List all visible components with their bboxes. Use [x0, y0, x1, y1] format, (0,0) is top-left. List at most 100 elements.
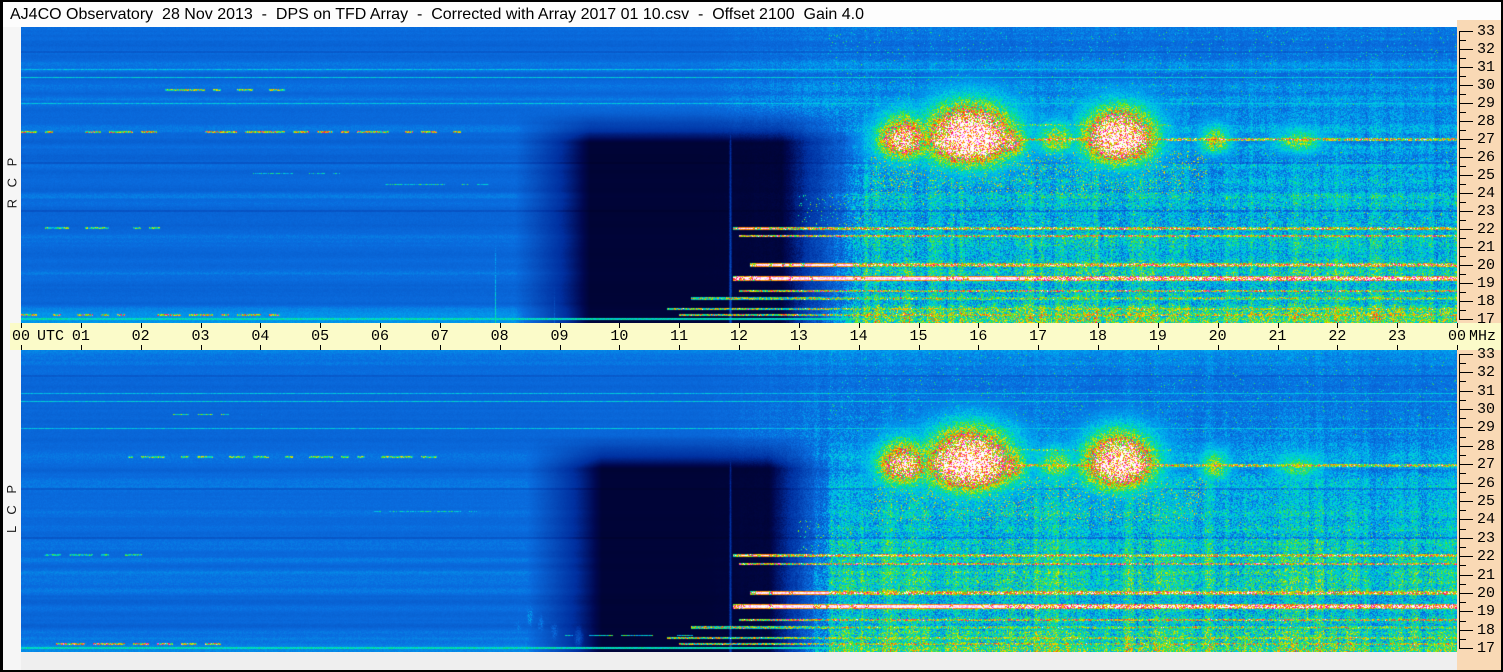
freq-tick-label: 28	[1477, 113, 1496, 130]
freq-major-tick	[1459, 575, 1473, 576]
time-label: 14	[849, 328, 868, 345]
freq-minor-tick	[1459, 529, 1466, 530]
time-tick	[260, 345, 262, 350]
time-axis-unit-label: UTC	[37, 328, 65, 345]
lcp-spectrogram[interactable]	[21, 350, 1457, 652]
freq-minor-tick	[1459, 202, 1466, 203]
freq-major-tick	[1459, 175, 1473, 176]
freq-major-tick	[1459, 391, 1473, 392]
freq-major-tick	[1459, 409, 1473, 410]
time-label: 20	[1208, 328, 1227, 345]
freq-tick-label: 18	[1477, 622, 1496, 639]
time-label: 19	[1148, 328, 1167, 345]
time-tick	[1038, 345, 1040, 350]
freq-minor-tick	[1459, 256, 1466, 257]
freq-major-tick	[1459, 247, 1473, 248]
freq-minor-tick	[1459, 148, 1466, 149]
freq-tick-label: 19	[1477, 275, 1496, 292]
bottom-margin-strip	[21, 652, 1457, 670]
freq-tick-label: 23	[1477, 530, 1496, 547]
page-title: AJ4CO Observatory 28 Nov 2013 - DPS on T…	[10, 6, 865, 23]
freq-tick-label: 18	[1477, 293, 1496, 310]
freq-tick-label: 31	[1477, 59, 1496, 76]
time-tick	[140, 345, 142, 350]
freq-major-tick	[1459, 354, 1473, 355]
freq-major-tick	[1459, 427, 1473, 428]
time-tick	[978, 345, 980, 350]
freq-minor-tick	[1459, 58, 1466, 59]
lcp-panel-label: L C P	[3, 423, 21, 593]
time-label: 04	[251, 328, 270, 345]
time-label: 05	[311, 328, 330, 345]
freq-minor-tick	[1459, 621, 1466, 622]
freq-tick-label: 32	[1477, 364, 1496, 381]
rcp-spectrogram[interactable]	[21, 27, 1457, 323]
time-tick	[439, 345, 441, 350]
freq-tick-label: 26	[1477, 475, 1496, 492]
freq-tick-label: 23	[1477, 203, 1496, 220]
freq-minor-tick	[1459, 94, 1466, 95]
freq-minor-tick	[1459, 381, 1466, 382]
freq-major-tick	[1459, 319, 1473, 320]
freq-tick-label: 17	[1477, 311, 1496, 328]
freq-major-tick	[1459, 556, 1473, 557]
rcp-panel-label: R C P	[3, 97, 21, 267]
freq-major-tick	[1459, 446, 1473, 447]
time-label: 23	[1388, 328, 1407, 345]
time-label: 11	[670, 328, 689, 345]
freq-minor-tick	[1459, 547, 1466, 548]
time-label: 18	[1088, 328, 1108, 345]
freq-minor-tick	[1459, 112, 1466, 113]
title-bar: AJ4CO Observatory 28 Nov 2013 - DPS on T…	[3, 2, 1501, 27]
freq-major-tick	[1459, 538, 1473, 539]
time-label: 12	[729, 328, 749, 345]
freq-tick-label: 20	[1477, 257, 1496, 274]
freq-major-tick	[1459, 229, 1473, 230]
time-tick	[679, 345, 681, 350]
freq-major-tick	[1459, 211, 1473, 212]
rcp-panel-label-text: R C P	[4, 156, 20, 208]
time-label: 09	[550, 328, 569, 345]
freq-major-tick	[1459, 648, 1473, 649]
freq-minor-tick	[1459, 400, 1466, 401]
freq-tick-label: 17	[1477, 640, 1496, 657]
time-label: 21	[1268, 328, 1287, 345]
freq-tick-label: 21	[1477, 567, 1496, 584]
time-tick	[1157, 345, 1159, 350]
freq-minor-tick	[1459, 310, 1466, 311]
time-tick	[200, 345, 202, 350]
freq-major-tick	[1459, 103, 1473, 104]
freq-major-tick	[1459, 301, 1473, 302]
freq-minor-tick	[1459, 437, 1466, 438]
freq-major-tick	[1459, 483, 1473, 484]
freq-tick-label: 25	[1477, 493, 1496, 510]
freq-major-tick	[1459, 630, 1473, 631]
freq-tick-label: 19	[1477, 603, 1496, 620]
freq-major-tick	[1459, 611, 1473, 612]
freq-tick-label: 24	[1477, 511, 1496, 528]
freq-minor-tick	[1459, 418, 1466, 419]
freq-major-tick	[1459, 464, 1473, 465]
freq-tick-label: 21	[1477, 239, 1496, 256]
time-tick	[320, 345, 322, 350]
freq-major-tick	[1459, 501, 1473, 502]
time-label: 16	[969, 328, 988, 345]
time-tick	[21, 345, 22, 350]
freq-minor-tick	[1459, 602, 1466, 603]
freq-major-tick	[1459, 139, 1473, 140]
time-tick	[1457, 345, 1458, 350]
time-tick	[380, 345, 381, 350]
freq-tick-label: 20	[1477, 585, 1496, 602]
freq-major-tick	[1459, 593, 1473, 594]
freq-minor-tick	[1459, 584, 1466, 585]
time-label: 08	[490, 328, 509, 345]
time-tick	[80, 345, 82, 350]
freq-minor-tick	[1459, 510, 1466, 511]
freq-major-tick	[1459, 121, 1473, 122]
time-label: 01	[71, 328, 90, 345]
freq-tick-label: 27	[1477, 131, 1496, 148]
freq-tick-label: 30	[1477, 77, 1496, 94]
freq-major-tick	[1459, 85, 1473, 86]
freq-minor-tick	[1459, 40, 1466, 41]
freq-tick-label: 32	[1477, 41, 1496, 58]
